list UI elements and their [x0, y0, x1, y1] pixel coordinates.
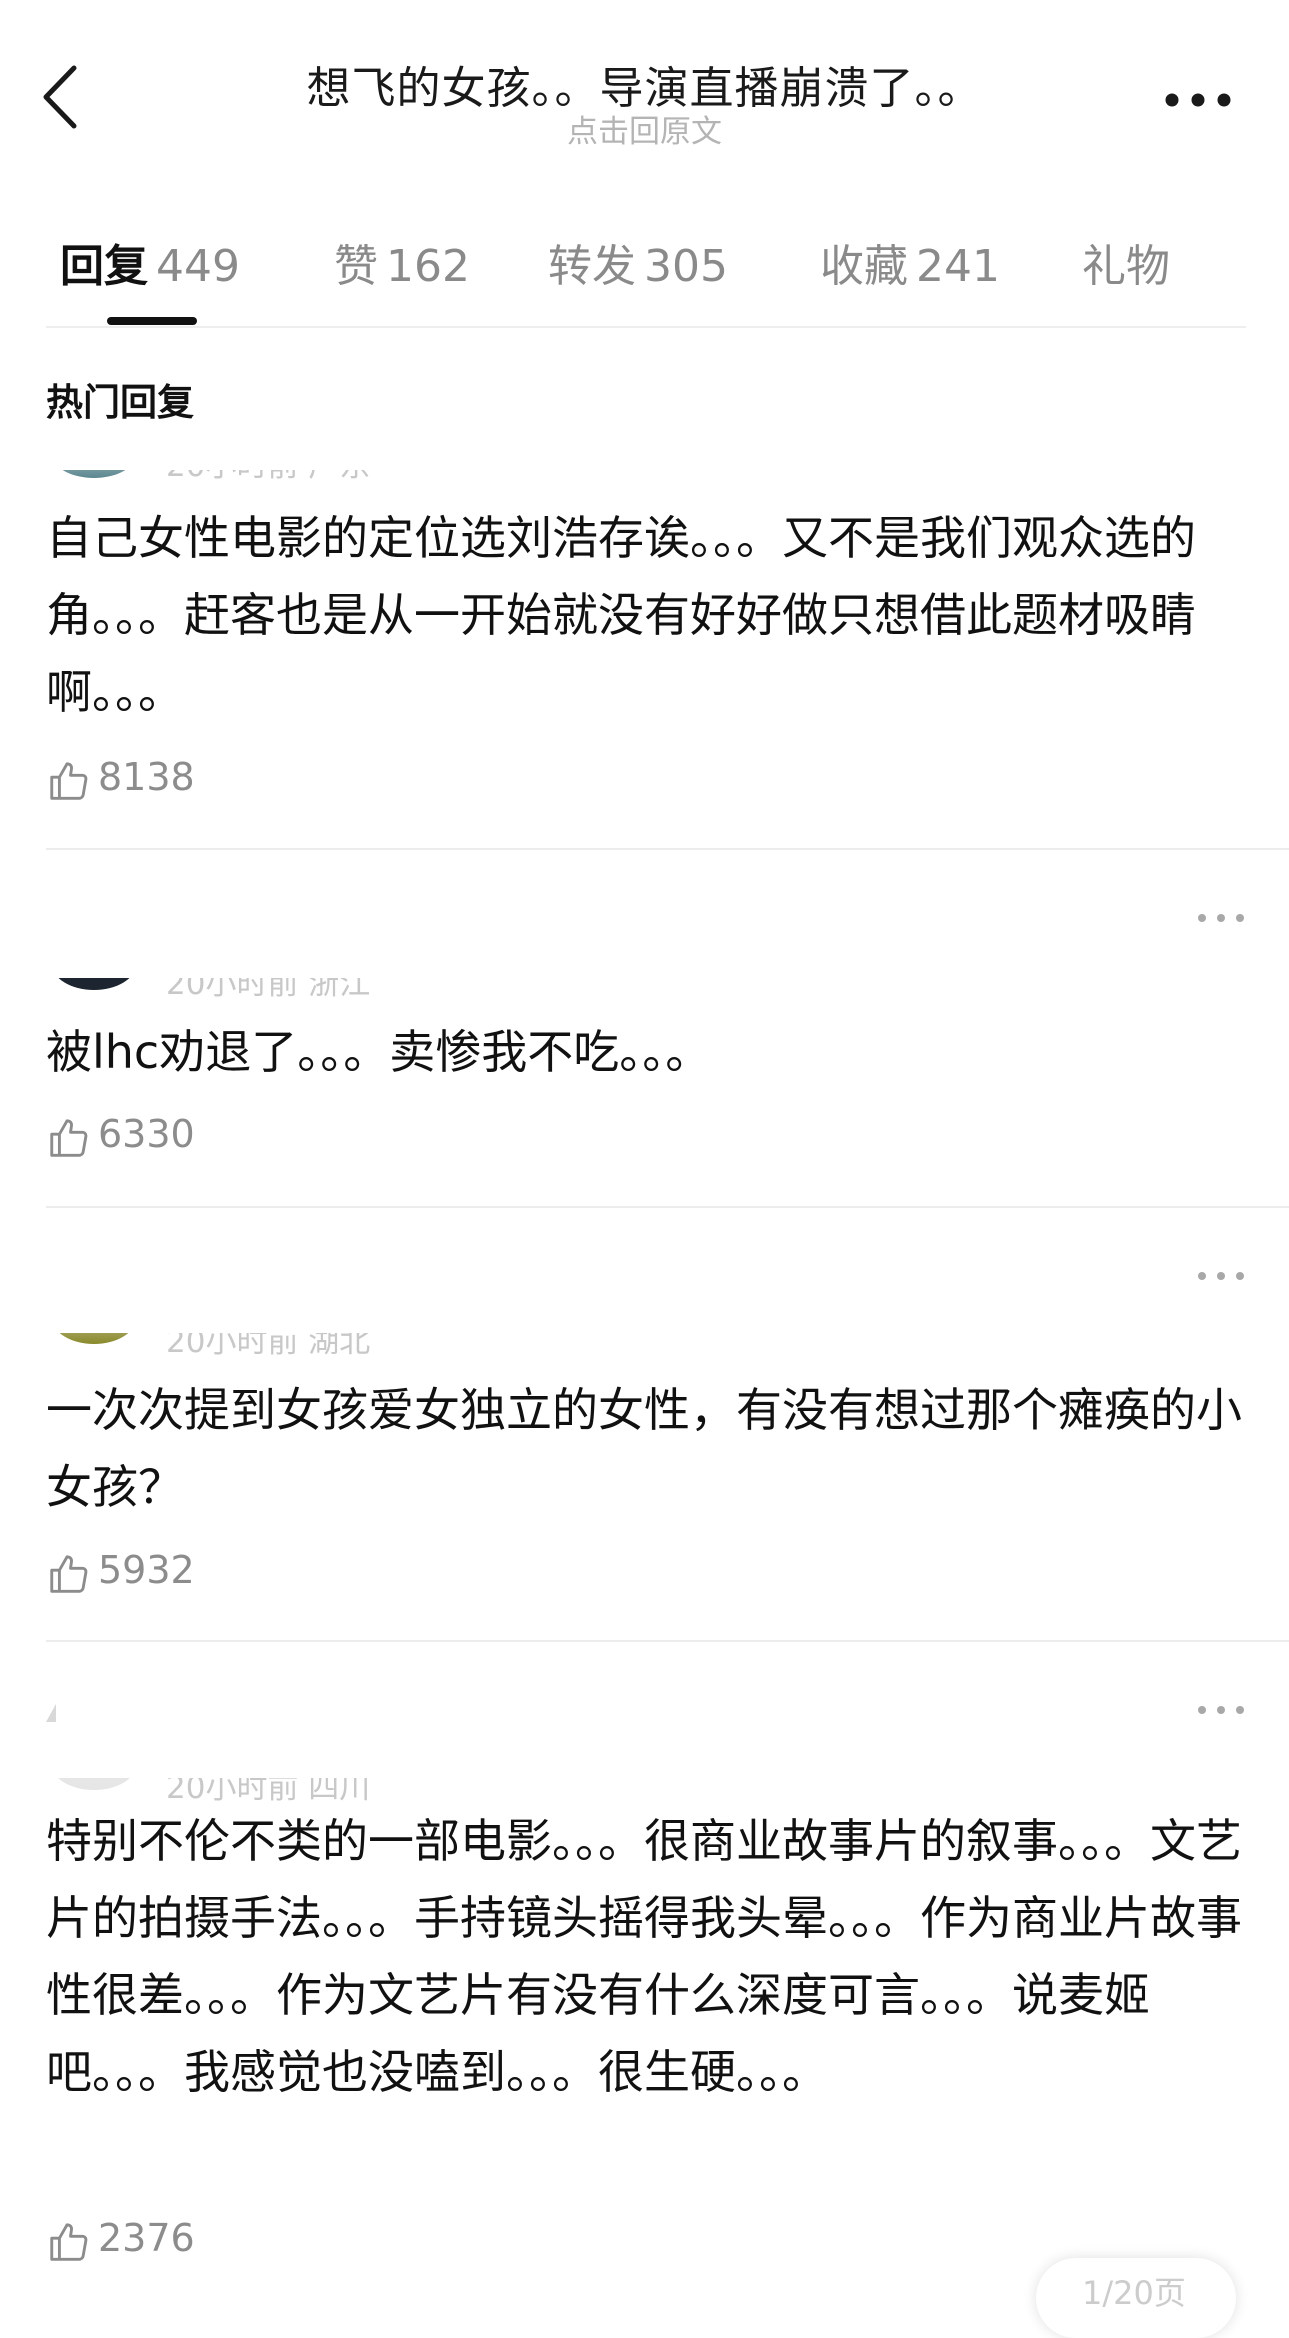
more-icon — [1165, 93, 1231, 107]
tab-gifts[interactable]: 礼物 — [1082, 230, 1178, 294]
comment-more-button[interactable] — [1196, 1700, 1246, 1720]
comment-text: 一次次提到女孩爱女独立的女性，有没有想过那个瘫痪的小女孩？ — [46, 1383, 1242, 1514]
comment-text: 特别不伦不类的一部电影。。。很商业故事片的叙事。。。文艺片的拍摄手法。。。手持镜… — [46, 1814, 1242, 2099]
comment-divider — [46, 848, 1289, 850]
thumbs-up-icon — [50, 1555, 88, 1593]
comment-more-button[interactable] — [1196, 1266, 1246, 1286]
like-count: 6330 — [98, 1112, 195, 1156]
header-overlay — [0, 1285, 1289, 1333]
comment-divider — [46, 1206, 1289, 1208]
comment-text: 自己女性电影的定位选刘浩存诶。。。又不是我们观众选的角。。。赶客也是从一开始就没… — [46, 511, 1196, 719]
header-overlay — [0, 930, 1289, 978]
hot-replies-heading: 热门回复 — [46, 381, 194, 424]
page-indicator[interactable]: 1/20页 — [1036, 2258, 1236, 2338]
view-original-link[interactable]: 点击回原文 — [0, 106, 1289, 151]
like-count: 2376 — [98, 2216, 195, 2260]
header-overlay — [0, 420, 1289, 470]
tabs-divider — [46, 326, 1246, 328]
comment-text: 被lhc劝退了。。。卖惨我不吃。。。 — [46, 1025, 712, 1079]
thumbs-up-icon — [50, 1119, 88, 1157]
thumbs-up-icon — [50, 2223, 88, 2261]
like-count: 5932 — [98, 1548, 195, 1592]
like-count: 8138 — [98, 755, 195, 799]
avatar-fragment — [46, 1704, 56, 1722]
comment-divider — [46, 1640, 1289, 1642]
tab-likes[interactable]: 赞 162 — [334, 230, 470, 294]
tab-replies[interactable]: 回复 449 — [60, 230, 240, 294]
tab-reposts[interactable]: 转发 305 — [548, 230, 728, 294]
comment-more-button[interactable] — [1196, 908, 1246, 928]
active-tab-indicator — [107, 317, 197, 325]
tab-favorites[interactable]: 收藏 241 — [820, 230, 1000, 294]
thumbs-up-icon — [50, 762, 88, 800]
page-indicator-text: 1/20页 — [1082, 2274, 1186, 2312]
header-overlay — [0, 1730, 1289, 1778]
more-options-button[interactable] — [1160, 80, 1240, 120]
